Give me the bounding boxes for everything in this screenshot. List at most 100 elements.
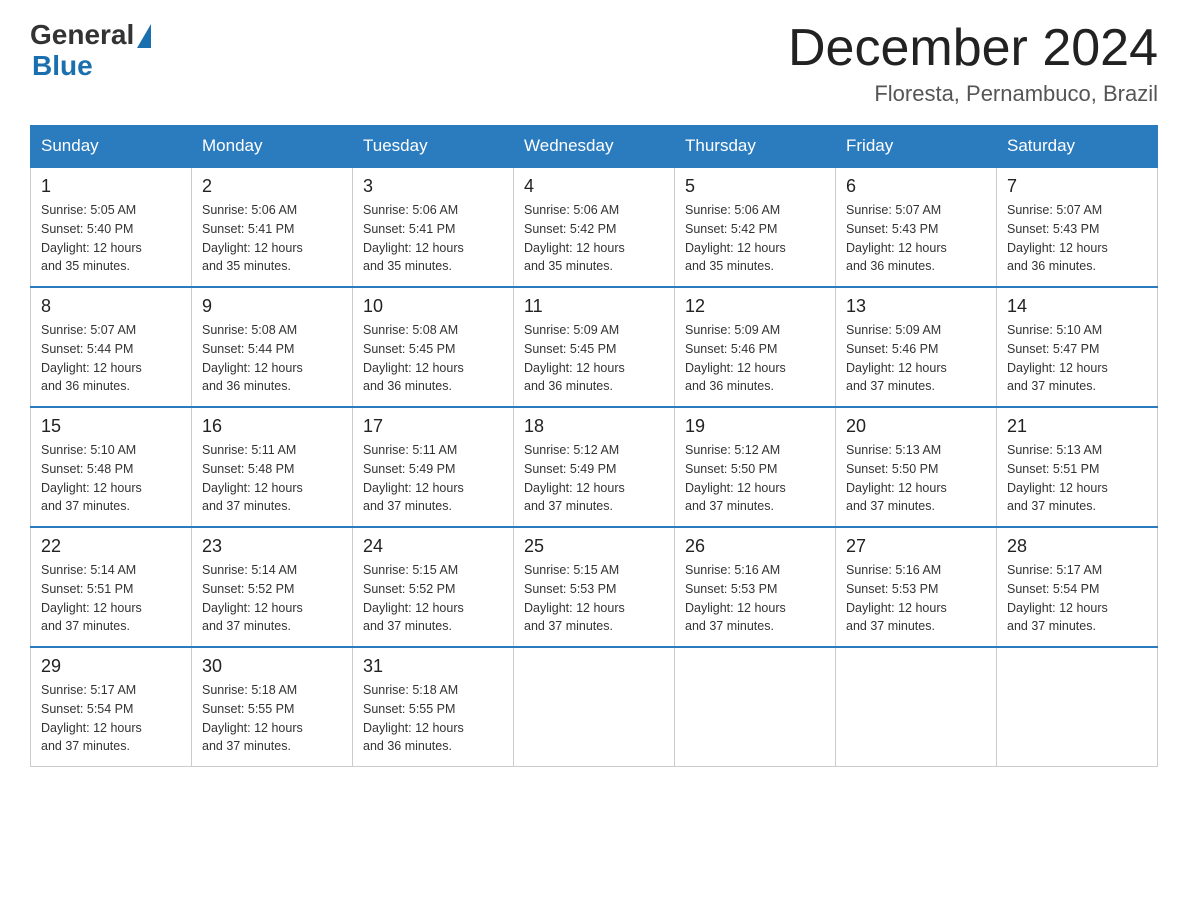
day-info: Sunrise: 5:05 AMSunset: 5:40 PMDaylight:… xyxy=(41,203,142,273)
calendar-header: Sunday Monday Tuesday Wednesday Thursday… xyxy=(31,126,1158,168)
day-info: Sunrise: 5:06 AMSunset: 5:41 PMDaylight:… xyxy=(363,203,464,273)
calendar-week-row: 15 Sunrise: 5:10 AMSunset: 5:48 PMDaylig… xyxy=(31,407,1158,527)
title-block: December 2024 Floresta, Pernambuco, Braz… xyxy=(788,20,1158,107)
day-number: 3 xyxy=(363,176,503,197)
logo-triangle-icon xyxy=(137,24,151,48)
day-info: Sunrise: 5:08 AMSunset: 5:45 PMDaylight:… xyxy=(363,323,464,393)
header-friday: Friday xyxy=(836,126,997,168)
day-number: 19 xyxy=(685,416,825,437)
day-info: Sunrise: 5:09 AMSunset: 5:46 PMDaylight:… xyxy=(846,323,947,393)
header-thursday: Thursday xyxy=(675,126,836,168)
calendar-day-cell xyxy=(675,647,836,767)
header-saturday: Saturday xyxy=(997,126,1158,168)
calendar-week-row: 22 Sunrise: 5:14 AMSunset: 5:51 PMDaylig… xyxy=(31,527,1158,647)
day-number: 1 xyxy=(41,176,181,197)
calendar-day-cell: 8 Sunrise: 5:07 AMSunset: 5:44 PMDayligh… xyxy=(31,287,192,407)
day-info: Sunrise: 5:13 AMSunset: 5:51 PMDaylight:… xyxy=(1007,443,1108,513)
page-header: General Blue December 2024 Floresta, Per… xyxy=(30,20,1158,107)
day-info: Sunrise: 5:12 AMSunset: 5:50 PMDaylight:… xyxy=(685,443,786,513)
calendar-day-cell xyxy=(997,647,1158,767)
calendar-day-cell: 29 Sunrise: 5:17 AMSunset: 5:54 PMDaylig… xyxy=(31,647,192,767)
day-info: Sunrise: 5:16 AMSunset: 5:53 PMDaylight:… xyxy=(685,563,786,633)
day-number: 9 xyxy=(202,296,342,317)
day-info: Sunrise: 5:08 AMSunset: 5:44 PMDaylight:… xyxy=(202,323,303,393)
day-number: 2 xyxy=(202,176,342,197)
day-info: Sunrise: 5:17 AMSunset: 5:54 PMDaylight:… xyxy=(1007,563,1108,633)
day-number: 12 xyxy=(685,296,825,317)
calendar-week-row: 1 Sunrise: 5:05 AMSunset: 5:40 PMDayligh… xyxy=(31,167,1158,287)
calendar-day-cell: 12 Sunrise: 5:09 AMSunset: 5:46 PMDaylig… xyxy=(675,287,836,407)
day-info: Sunrise: 5:10 AMSunset: 5:47 PMDaylight:… xyxy=(1007,323,1108,393)
day-number: 21 xyxy=(1007,416,1147,437)
calendar-day-cell: 22 Sunrise: 5:14 AMSunset: 5:51 PMDaylig… xyxy=(31,527,192,647)
calendar-day-cell: 6 Sunrise: 5:07 AMSunset: 5:43 PMDayligh… xyxy=(836,167,997,287)
calendar-day-cell: 21 Sunrise: 5:13 AMSunset: 5:51 PMDaylig… xyxy=(997,407,1158,527)
day-number: 14 xyxy=(1007,296,1147,317)
calendar-day-cell: 5 Sunrise: 5:06 AMSunset: 5:42 PMDayligh… xyxy=(675,167,836,287)
day-info: Sunrise: 5:07 AMSunset: 5:43 PMDaylight:… xyxy=(846,203,947,273)
calendar-subtitle: Floresta, Pernambuco, Brazil xyxy=(788,81,1158,107)
day-number: 24 xyxy=(363,536,503,557)
day-number: 16 xyxy=(202,416,342,437)
day-number: 5 xyxy=(685,176,825,197)
day-number: 22 xyxy=(41,536,181,557)
logo: General Blue xyxy=(30,20,151,82)
day-info: Sunrise: 5:15 AMSunset: 5:52 PMDaylight:… xyxy=(363,563,464,633)
day-info: Sunrise: 5:14 AMSunset: 5:52 PMDaylight:… xyxy=(202,563,303,633)
calendar-day-cell: 23 Sunrise: 5:14 AMSunset: 5:52 PMDaylig… xyxy=(192,527,353,647)
day-number: 7 xyxy=(1007,176,1147,197)
day-info: Sunrise: 5:14 AMSunset: 5:51 PMDaylight:… xyxy=(41,563,142,633)
header-monday: Monday xyxy=(192,126,353,168)
calendar-day-cell: 13 Sunrise: 5:09 AMSunset: 5:46 PMDaylig… xyxy=(836,287,997,407)
calendar-day-cell: 1 Sunrise: 5:05 AMSunset: 5:40 PMDayligh… xyxy=(31,167,192,287)
day-info: Sunrise: 5:11 AMSunset: 5:48 PMDaylight:… xyxy=(202,443,303,513)
day-info: Sunrise: 5:07 AMSunset: 5:44 PMDaylight:… xyxy=(41,323,142,393)
calendar-day-cell: 18 Sunrise: 5:12 AMSunset: 5:49 PMDaylig… xyxy=(514,407,675,527)
calendar-day-cell: 20 Sunrise: 5:13 AMSunset: 5:50 PMDaylig… xyxy=(836,407,997,527)
calendar-day-cell: 15 Sunrise: 5:10 AMSunset: 5:48 PMDaylig… xyxy=(31,407,192,527)
day-info: Sunrise: 5:16 AMSunset: 5:53 PMDaylight:… xyxy=(846,563,947,633)
day-number: 4 xyxy=(524,176,664,197)
day-info: Sunrise: 5:18 AMSunset: 5:55 PMDaylight:… xyxy=(363,683,464,753)
day-number: 31 xyxy=(363,656,503,677)
day-number: 30 xyxy=(202,656,342,677)
day-info: Sunrise: 5:06 AMSunset: 5:42 PMDaylight:… xyxy=(685,203,786,273)
day-number: 13 xyxy=(846,296,986,317)
day-number: 20 xyxy=(846,416,986,437)
header-sunday: Sunday xyxy=(31,126,192,168)
calendar-day-cell: 10 Sunrise: 5:08 AMSunset: 5:45 PMDaylig… xyxy=(353,287,514,407)
calendar-day-cell xyxy=(514,647,675,767)
calendar-body: 1 Sunrise: 5:05 AMSunset: 5:40 PMDayligh… xyxy=(31,167,1158,767)
day-number: 26 xyxy=(685,536,825,557)
day-info: Sunrise: 5:09 AMSunset: 5:45 PMDaylight:… xyxy=(524,323,625,393)
header-tuesday: Tuesday xyxy=(353,126,514,168)
calendar-day-cell: 17 Sunrise: 5:11 AMSunset: 5:49 PMDaylig… xyxy=(353,407,514,527)
calendar-day-cell: 2 Sunrise: 5:06 AMSunset: 5:41 PMDayligh… xyxy=(192,167,353,287)
calendar-day-cell: 27 Sunrise: 5:16 AMSunset: 5:53 PMDaylig… xyxy=(836,527,997,647)
day-info: Sunrise: 5:06 AMSunset: 5:42 PMDaylight:… xyxy=(524,203,625,273)
calendar-day-cell: 9 Sunrise: 5:08 AMSunset: 5:44 PMDayligh… xyxy=(192,287,353,407)
day-info: Sunrise: 5:09 AMSunset: 5:46 PMDaylight:… xyxy=(685,323,786,393)
day-info: Sunrise: 5:07 AMSunset: 5:43 PMDaylight:… xyxy=(1007,203,1108,273)
day-number: 29 xyxy=(41,656,181,677)
calendar-day-cell: 11 Sunrise: 5:09 AMSunset: 5:45 PMDaylig… xyxy=(514,287,675,407)
calendar-table: Sunday Monday Tuesday Wednesday Thursday… xyxy=(30,125,1158,767)
day-number: 10 xyxy=(363,296,503,317)
calendar-day-cell: 7 Sunrise: 5:07 AMSunset: 5:43 PMDayligh… xyxy=(997,167,1158,287)
day-number: 25 xyxy=(524,536,664,557)
day-number: 17 xyxy=(363,416,503,437)
day-number: 27 xyxy=(846,536,986,557)
calendar-day-cell: 30 Sunrise: 5:18 AMSunset: 5:55 PMDaylig… xyxy=(192,647,353,767)
calendar-day-cell: 26 Sunrise: 5:16 AMSunset: 5:53 PMDaylig… xyxy=(675,527,836,647)
day-number: 28 xyxy=(1007,536,1147,557)
day-info: Sunrise: 5:12 AMSunset: 5:49 PMDaylight:… xyxy=(524,443,625,513)
calendar-week-row: 29 Sunrise: 5:17 AMSunset: 5:54 PMDaylig… xyxy=(31,647,1158,767)
calendar-week-row: 8 Sunrise: 5:07 AMSunset: 5:44 PMDayligh… xyxy=(31,287,1158,407)
calendar-day-cell: 3 Sunrise: 5:06 AMSunset: 5:41 PMDayligh… xyxy=(353,167,514,287)
day-info: Sunrise: 5:17 AMSunset: 5:54 PMDaylight:… xyxy=(41,683,142,753)
day-number: 6 xyxy=(846,176,986,197)
day-info: Sunrise: 5:13 AMSunset: 5:50 PMDaylight:… xyxy=(846,443,947,513)
calendar-day-cell xyxy=(836,647,997,767)
day-number: 23 xyxy=(202,536,342,557)
calendar-day-cell: 16 Sunrise: 5:11 AMSunset: 5:48 PMDaylig… xyxy=(192,407,353,527)
